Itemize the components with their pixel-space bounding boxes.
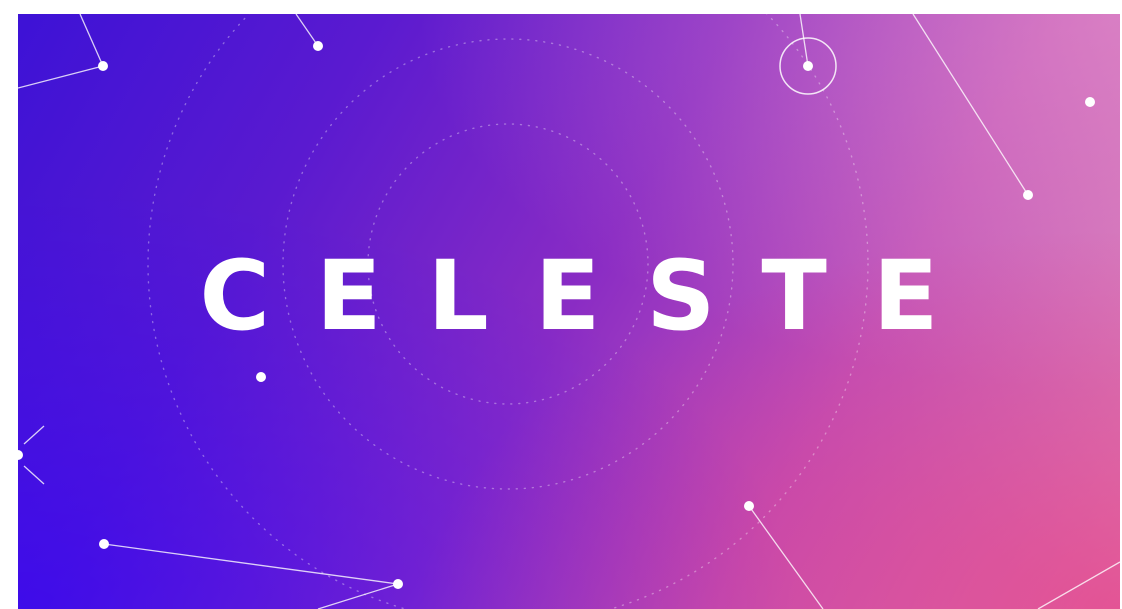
star-dot xyxy=(256,372,266,382)
star-dot xyxy=(313,41,323,51)
star-dot xyxy=(98,61,108,71)
star-dot xyxy=(744,501,754,511)
title-screen-frame: CELESTE xyxy=(0,0,1122,609)
star-dot xyxy=(803,61,813,71)
constellation-line xyxy=(912,14,1029,196)
constellation-line xyxy=(748,505,824,609)
star-dot xyxy=(393,579,403,589)
constellation-line xyxy=(1037,561,1120,609)
constellation-line xyxy=(79,14,104,67)
constellation-line xyxy=(295,14,319,47)
star-dot xyxy=(18,450,23,460)
constellation-line xyxy=(103,543,399,585)
title-screen: CELESTE xyxy=(18,14,1120,609)
constellation-line xyxy=(317,583,399,609)
constellation-line xyxy=(799,14,809,67)
game-logo: CELESTE xyxy=(199,240,985,352)
constellation-line xyxy=(23,465,45,485)
constellation-line xyxy=(18,65,104,89)
star-dot xyxy=(1023,190,1033,200)
constellation-line xyxy=(23,425,45,445)
star-dot xyxy=(1085,97,1095,107)
star-dot xyxy=(99,539,109,549)
